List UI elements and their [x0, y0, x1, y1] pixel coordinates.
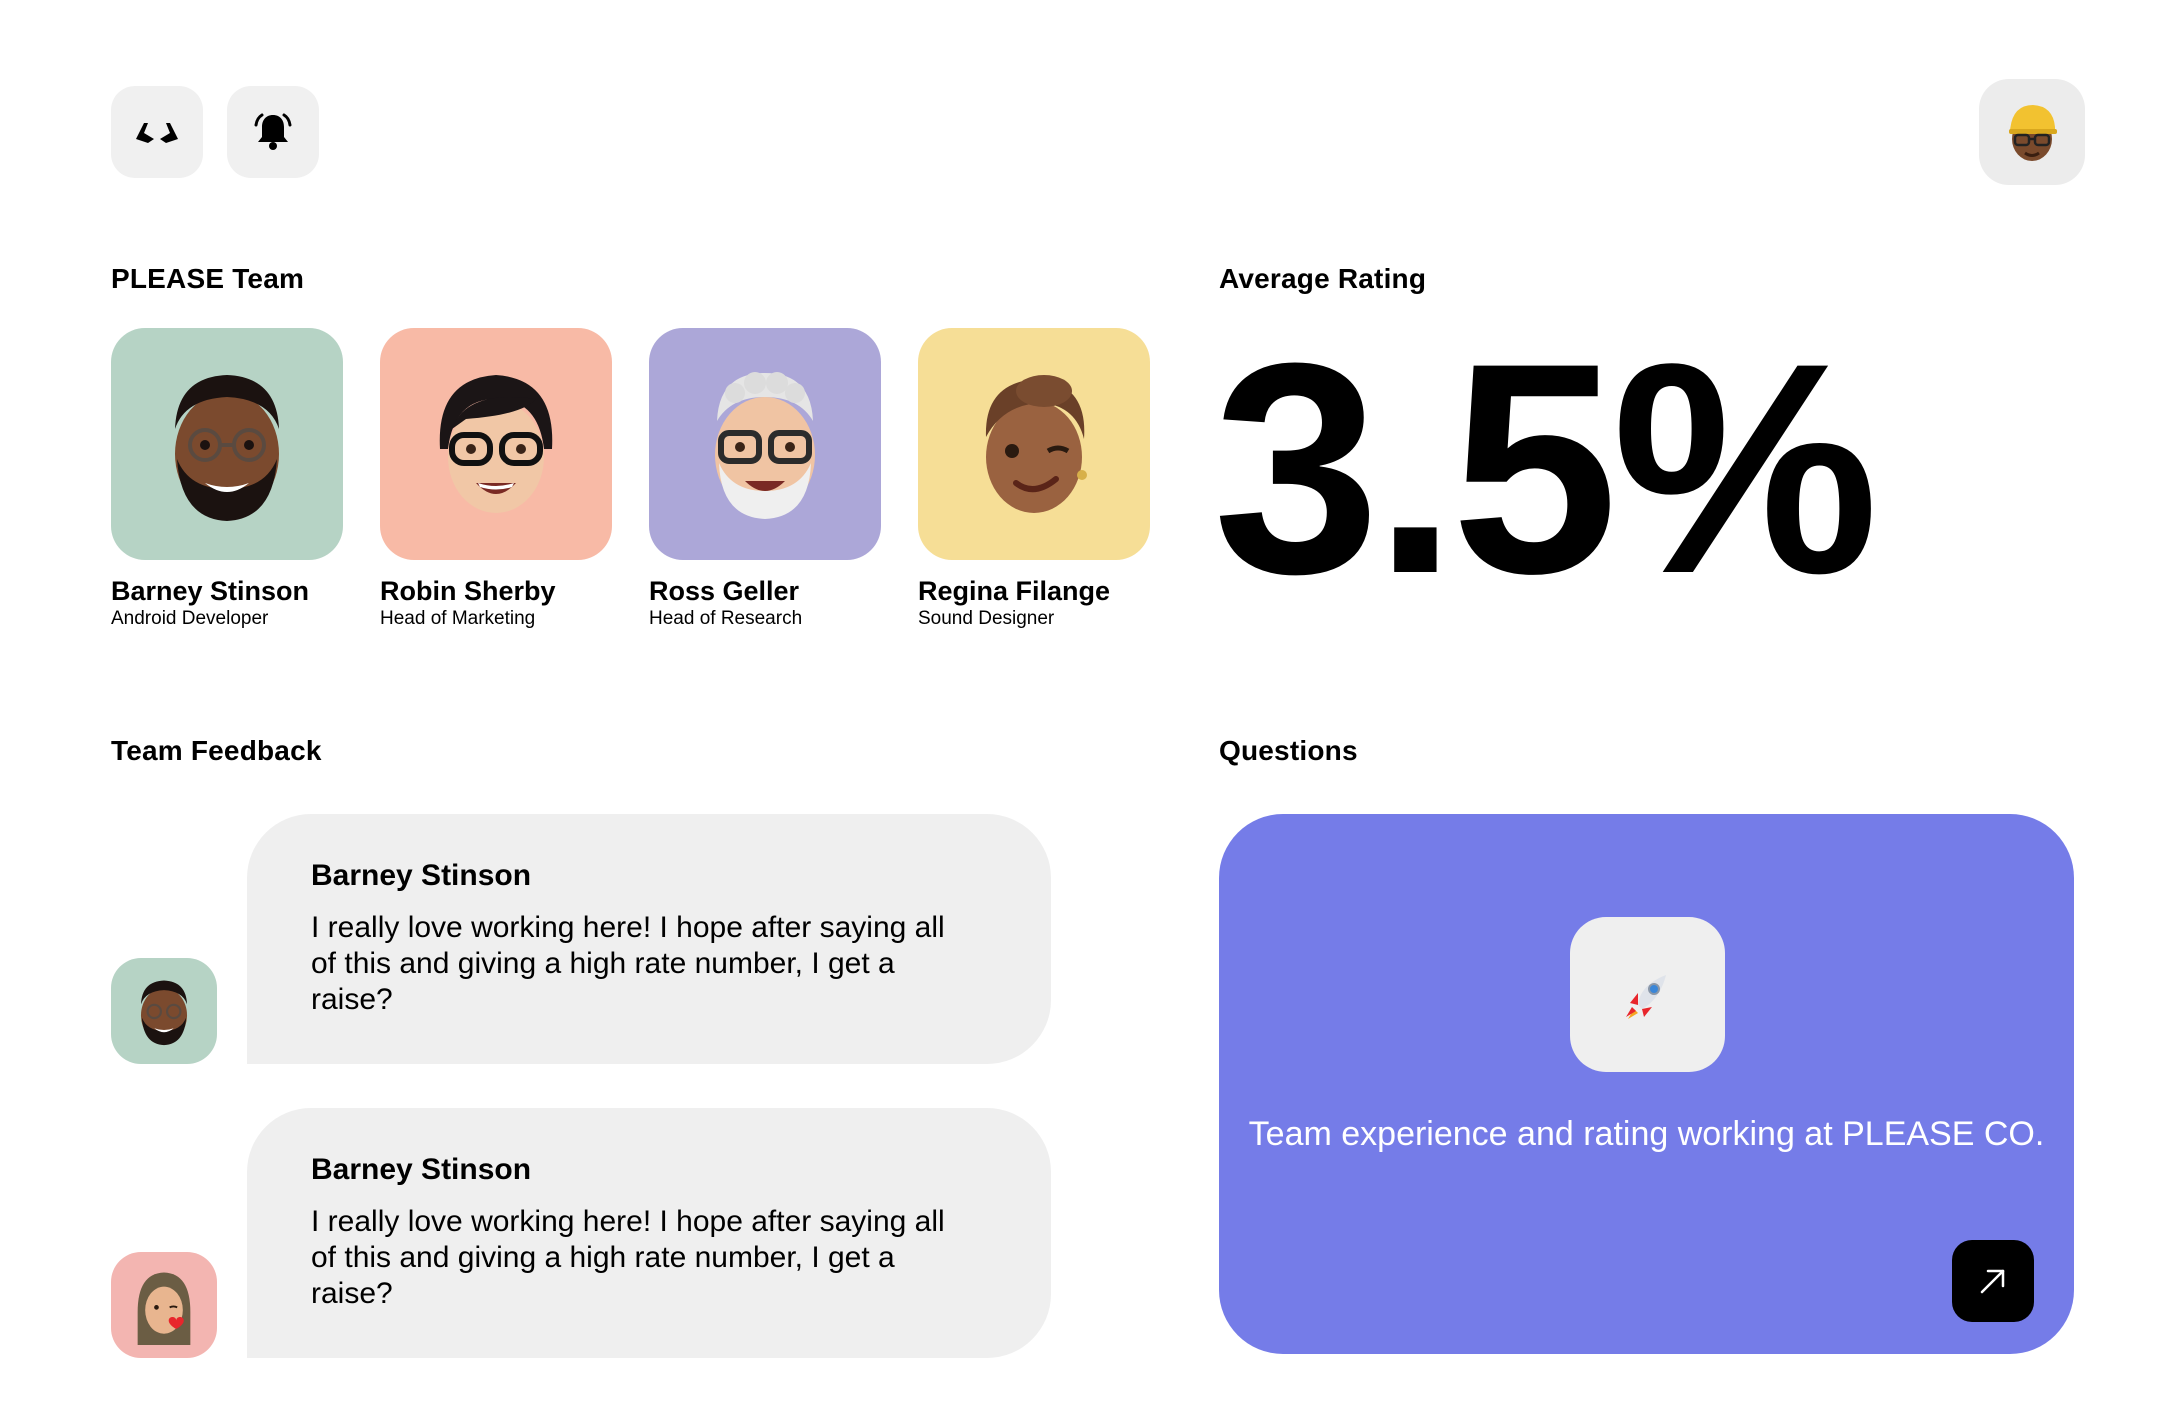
member-name: Ross Geller	[649, 576, 800, 606]
question-card[interactable]: Team experience and rating working at PL…	[1219, 814, 2074, 1354]
rating-section-title: Average Rating	[1219, 263, 1427, 294]
member-name: Regina Filange	[918, 576, 1111, 606]
memoji-man-beard-icon	[140, 980, 188, 1046]
open-question-button[interactable]	[1952, 1240, 2034, 1322]
feedback-bubble: Barney Stinson I really love working her…	[247, 1108, 1051, 1358]
memoji-old-man-icon	[715, 372, 815, 519]
feedback-author: Barney Stinson	[311, 859, 532, 892]
feedback-avatar[interactable]	[111, 958, 217, 1064]
user-avatar-icon	[2009, 105, 2057, 161]
questions-section-title: Questions	[1219, 735, 1358, 766]
member-role: Head of Research	[649, 608, 803, 629]
member-role: Android Developer	[111, 608, 269, 629]
logo-mark-icon	[136, 123, 178, 143]
feedback-avatar[interactable]	[111, 1252, 217, 1358]
member-avatar	[380, 328, 612, 560]
team-member-card[interactable]: Ross Geller Head of Research	[649, 328, 881, 630]
team-member-card[interactable]: Barney Stinson Android Developer	[111, 328, 343, 630]
feedback-bubble: Barney Stinson I really love working her…	[247, 814, 1051, 1064]
profile-avatar-button[interactable]	[1979, 79, 2085, 185]
member-role: Sound Designer	[918, 608, 1055, 629]
memoji-woman-hijab-icon	[137, 1272, 191, 1345]
member-avatar	[111, 328, 343, 560]
team-member-card[interactable]: Regina Filange Sound Designer	[918, 328, 1150, 630]
feedback-item: Barney Stinson I really love working her…	[111, 814, 1051, 1064]
feedback-section-title: Team Feedback	[111, 735, 322, 766]
feedback-text: I really love working here! I hope after…	[311, 911, 945, 1016]
notifications-button[interactable]	[227, 86, 319, 178]
question-text: Team experience and rating working at PL…	[1248, 1115, 2045, 1153]
feedback-text: I really love working here! I hope after…	[311, 1205, 945, 1310]
rocket-tile	[1570, 917, 1725, 1072]
member-avatar	[649, 328, 881, 560]
team-members-list: Barney Stinson Android Developer Robin S…	[111, 328, 1150, 630]
memoji-woman-glasses-icon	[439, 375, 553, 513]
rocket-icon	[1625, 974, 1666, 1019]
average-rating-value: 3.5%	[1213, 300, 1879, 636]
member-name: Barney Stinson	[111, 576, 310, 606]
memoji-woman-wink-icon	[985, 375, 1087, 513]
feedback-author: Barney Stinson	[311, 1153, 532, 1186]
logo-button[interactable]	[111, 86, 203, 178]
member-name: Robin Sherby	[380, 576, 556, 606]
member-role: Head of Marketing	[380, 608, 536, 629]
feedback-item: Barney Stinson I really love working her…	[111, 1108, 1051, 1358]
bell-icon	[254, 113, 292, 150]
member-avatar	[918, 328, 1150, 560]
arrow-up-right-icon	[1980, 1269, 2005, 1294]
team-member-card[interactable]: Robin Sherby Head of Marketing	[380, 328, 612, 630]
memoji-man-beard-icon	[175, 375, 279, 521]
team-section-title: PLEASE Team	[111, 263, 305, 294]
